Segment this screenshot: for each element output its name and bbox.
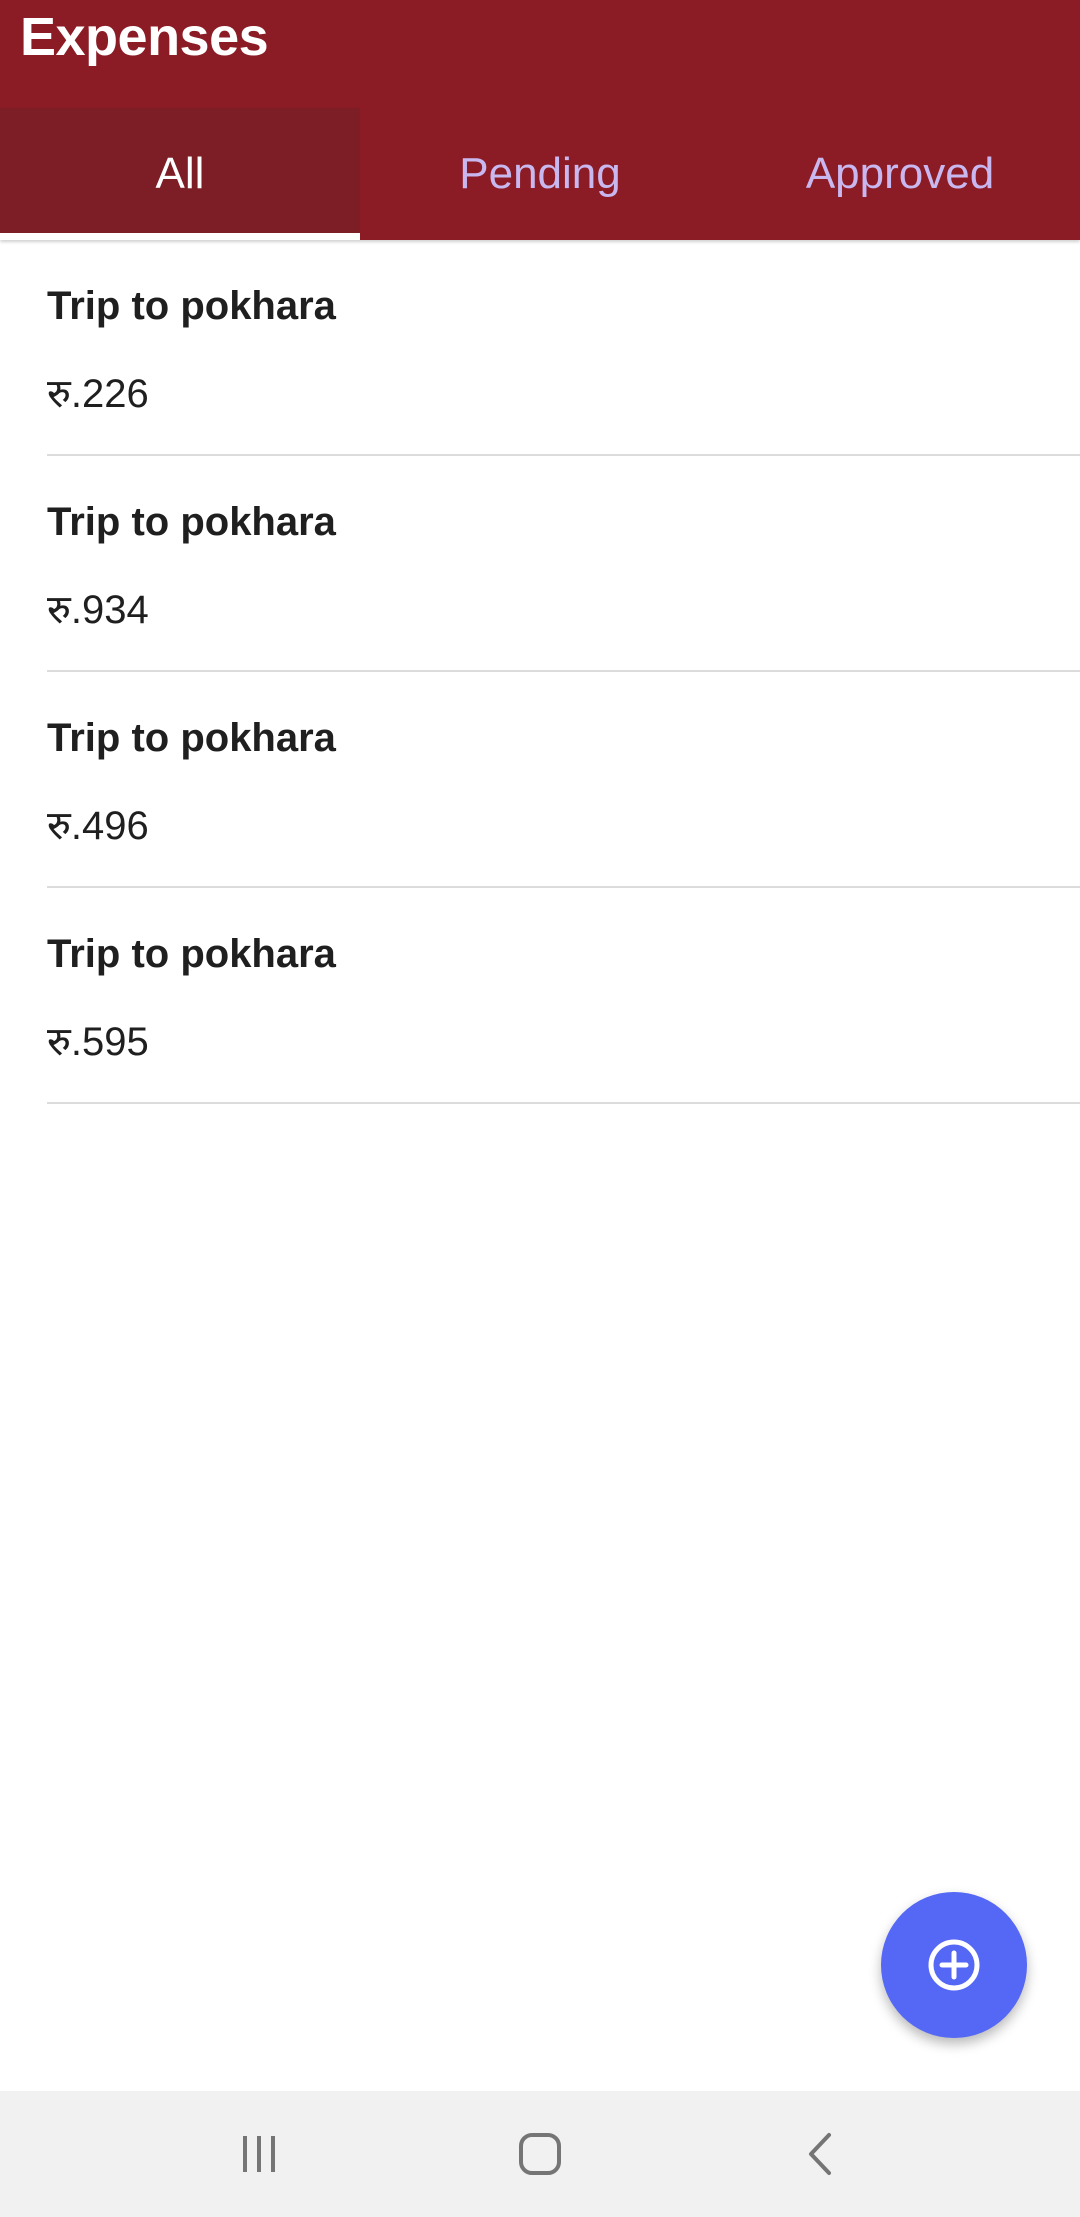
tab-all[interactable]: All [0,108,360,240]
expense-amount: रु.496 [47,804,149,848]
expense-amount: रु.226 [47,372,149,416]
add-circle-icon [928,1939,980,1991]
home-icon [519,2133,561,2175]
list-item[interactable]: Trip to pokhara रु.226 [47,240,1080,456]
tab-bar: All Pending Approved [0,108,1080,240]
expenses-screen: Expenses All Pending Approved Trip to po… [0,0,1080,2217]
back-button[interactable] [761,2091,881,2217]
tab-all-label: All [155,149,205,198]
home-button[interactable] [480,2091,600,2217]
expense-title: Trip to pokhara [47,932,336,976]
back-icon [809,2133,831,2175]
expense-title: Trip to pokhara [47,284,336,328]
tab-approved[interactable]: Approved [720,108,1080,240]
list-item[interactable]: Trip to pokhara रु.595 [47,888,1080,1104]
expense-amount: रु.595 [47,1020,149,1064]
list-item[interactable]: Trip to pokhara रु.934 [47,456,1080,672]
list-item[interactable]: Trip to pokhara रु.496 [47,672,1080,888]
page-title: Expenses [20,7,269,67]
add-expense-button[interactable] [881,1892,1027,2038]
expense-title: Trip to pokhara [47,500,336,544]
recent-apps-icon [243,2136,275,2172]
tab-pending-label: Pending [459,149,621,198]
expense-list: Trip to pokhara रु.226 Trip to pokhara र… [0,240,1080,1104]
tab-pending[interactable]: Pending [360,108,720,240]
recent-apps-button[interactable] [199,2091,319,2217]
expense-amount: रु.934 [47,588,149,632]
expense-title: Trip to pokhara [47,716,336,760]
system-navigation-bar [0,2091,1080,2217]
tab-approved-label: Approved [805,149,995,198]
app-bar: Expenses [0,0,1080,108]
